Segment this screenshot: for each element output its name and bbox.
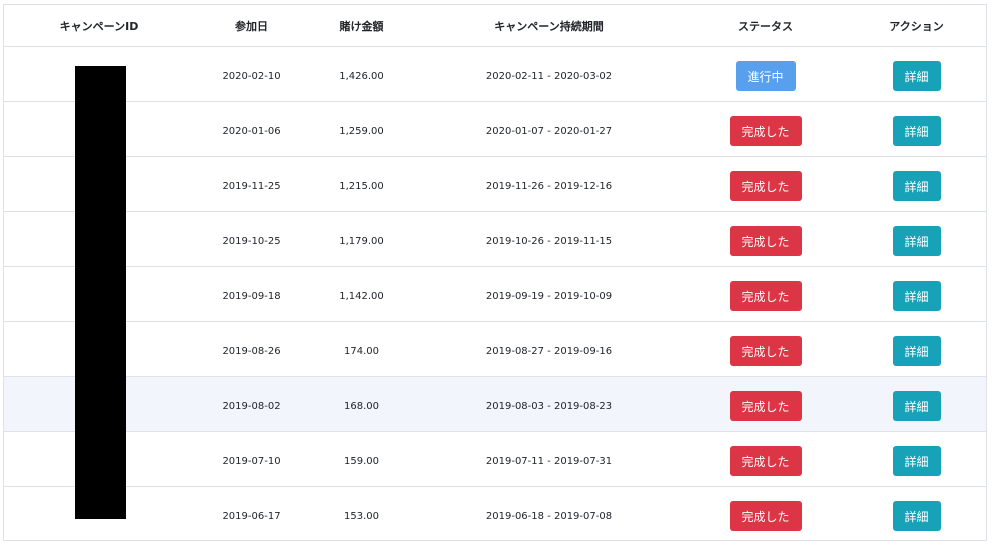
details-button[interactable]: 詳細: [892, 336, 941, 366]
header-join-date: 参加日: [235, 19, 268, 33]
action-cell: 詳細: [847, 267, 986, 323]
action-cell: 詳細: [847, 47, 986, 103]
status-badge[interactable]: 進行中: [735, 61, 796, 91]
table-row: 2020-01-06 1,259.00 2020-01-07 - 2020-01…: [4, 101, 986, 156]
bet-amount-cell: 1,259.00: [339, 125, 384, 137]
campaign-period-cell: 2019-06-18 - 2019-07-08: [485, 510, 613, 522]
details-button[interactable]: 詳細: [892, 281, 941, 311]
table-row: 2019-10-25 1,179.00 2019-10-26 - 2019-11…: [4, 211, 986, 266]
status-badge[interactable]: 完成した: [729, 501, 802, 531]
bet-amount-cell: 159.00: [344, 455, 379, 467]
details-button[interactable]: 詳細: [892, 391, 941, 421]
bet-amount-cell: 153.00: [344, 510, 379, 522]
join-date-cell: 2019-11-25: [222, 180, 281, 192]
action-cell: 詳細: [847, 487, 986, 543]
bet-amount-cell: 1,179.00: [339, 235, 384, 247]
action-cell: 詳細: [847, 212, 986, 268]
join-date-cell: 2020-02-10: [222, 70, 281, 82]
status-cell: 完成した: [684, 267, 847, 323]
status-cell: 完成した: [684, 212, 847, 268]
status-badge[interactable]: 完成した: [729, 281, 802, 311]
bet-amount-cell: 168.00: [344, 400, 379, 412]
bet-amount-cell: 174.00: [344, 345, 379, 357]
details-button[interactable]: 詳細: [892, 171, 941, 201]
status-cell: 完成した: [684, 377, 847, 433]
status-cell: 完成した: [684, 487, 847, 543]
bet-amount-cell: 1,426.00: [339, 70, 384, 82]
table-row: 2019-08-02 168.00 2019-08-03 - 2019-08-2…: [4, 376, 986, 431]
table-row: 2019-08-26 174.00 2019-08-27 - 2019-09-1…: [4, 321, 986, 376]
table-row: 2020-02-10 1,426.00 2020-02-11 - 2020-03…: [4, 46, 986, 101]
details-button[interactable]: 詳細: [892, 116, 941, 146]
join-date-cell: 2019-07-10: [222, 455, 281, 467]
details-button[interactable]: 詳細: [892, 61, 941, 91]
campaign-period-cell: 2019-08-03 - 2019-08-23: [485, 400, 613, 412]
action-cell: 詳細: [847, 102, 986, 158]
bet-amount-cell: 1,142.00: [339, 290, 384, 302]
table-row: 2019-07-10 159.00 2019-07-11 - 2019-07-3…: [4, 431, 986, 486]
status-cell: 完成した: [684, 322, 847, 378]
campaign-period-cell: 2020-01-07 - 2020-01-27: [485, 125, 613, 137]
status-cell: 完成した: [684, 102, 847, 158]
status-cell: 進行中: [684, 47, 847, 103]
redaction-block: [75, 66, 126, 519]
join-date-cell: 2019-08-02: [222, 400, 281, 412]
header-bet-amount: 賭け金額: [339, 19, 384, 33]
status-cell: 完成した: [684, 157, 847, 213]
table-row: 2019-06-17 153.00 2019-06-18 - 2019-07-0…: [4, 486, 986, 541]
table-row: 2019-09-18 1,142.00 2019-09-19 - 2019-10…: [4, 266, 986, 321]
action-cell: 詳細: [847, 322, 986, 378]
campaign-period-cell: 2019-08-27 - 2019-09-16: [485, 345, 613, 357]
header-campaign-id: キャンペーンID: [59, 19, 139, 33]
join-date-cell: 2019-09-18: [222, 290, 281, 302]
status-badge[interactable]: 完成した: [729, 226, 802, 256]
join-date-cell: 2019-08-26: [222, 345, 281, 357]
status-cell: 完成した: [684, 432, 847, 488]
join-date-cell: 2020-01-06: [222, 125, 281, 137]
campaign-period-cell: 2020-02-11 - 2020-03-02: [485, 70, 613, 82]
details-button[interactable]: 詳細: [892, 501, 941, 531]
bet-amount-cell: 1,215.00: [339, 180, 384, 192]
action-cell: 詳細: [847, 157, 986, 213]
action-cell: 詳細: [847, 432, 986, 488]
header-action: アクション: [889, 19, 944, 33]
campaign-period-cell: 2019-10-26 - 2019-11-15: [485, 235, 613, 247]
status-badge[interactable]: 完成した: [729, 116, 802, 146]
status-badge[interactable]: 完成した: [729, 171, 802, 201]
join-date-cell: 2019-06-17: [222, 510, 281, 522]
table-row: 2019-11-25 1,215.00 2019-11-26 - 2019-12…: [4, 156, 986, 211]
campaign-period-cell: 2019-11-26 - 2019-12-16: [485, 180, 613, 192]
status-badge[interactable]: 完成した: [729, 391, 802, 421]
join-date-cell: 2019-10-25: [222, 235, 281, 247]
campaign-table: キャンペーンID 参加日 賭け金額 キャンペーン持続期間 ステータス アクション…: [3, 4, 987, 541]
table-header-row: キャンペーンID 参加日 賭け金額 キャンペーン持続期間 ステータス アクション: [4, 5, 986, 46]
header-status: ステータス: [738, 19, 793, 33]
header-campaign-period: キャンペーン持続期間: [494, 19, 604, 33]
details-button[interactable]: 詳細: [892, 226, 941, 256]
status-badge[interactable]: 完成した: [729, 446, 802, 476]
campaign-period-cell: 2019-07-11 - 2019-07-31: [485, 455, 613, 467]
campaign-period-cell: 2019-09-19 - 2019-10-09: [485, 290, 613, 302]
status-badge[interactable]: 完成した: [729, 336, 802, 366]
action-cell: 詳細: [847, 377, 986, 433]
details-button[interactable]: 詳細: [892, 446, 941, 476]
